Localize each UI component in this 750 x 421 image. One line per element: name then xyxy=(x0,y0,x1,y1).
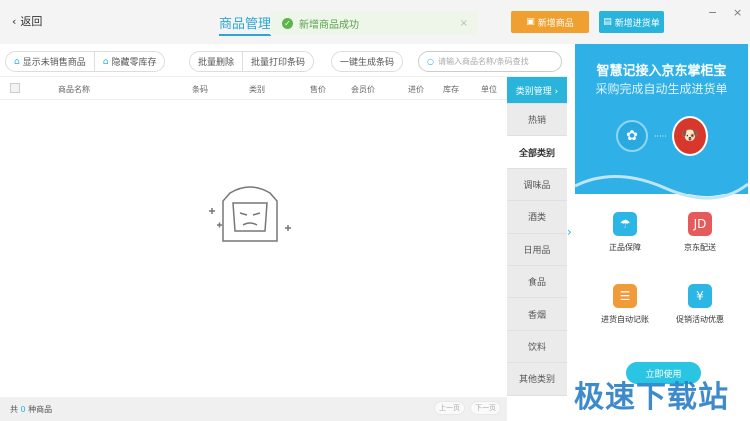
promo-subtitle: 采购完成自动生成进货单 xyxy=(595,82,728,96)
edit-icon: ▣ xyxy=(526,17,535,27)
col-price: 售价 xyxy=(310,85,326,94)
page-title: 商品管理 xyxy=(219,13,272,36)
check-icon: ✓ xyxy=(282,17,293,29)
col-cost: 进价 xyxy=(408,85,424,94)
connect-dots-icon: ····· xyxy=(654,132,667,141)
category-item[interactable]: 日用品 xyxy=(507,233,567,266)
col-member-price: 会员价 xyxy=(351,85,375,94)
filter-group: ⌂ 显示未销售商品 ⌂ 隐藏零库存 xyxy=(5,51,166,72)
doc-icon: ▤ xyxy=(603,17,612,27)
jd-icon: JD xyxy=(688,212,712,236)
coupon-icon: ¥ xyxy=(688,284,712,308)
category-item[interactable]: 其他类别 xyxy=(507,363,567,396)
footer: 共 0 种商品 xyxy=(0,397,507,421)
batch-delete-button[interactable]: 批量删除 xyxy=(190,52,242,71)
feature-auto-record: ☰ 进货自动记账 xyxy=(590,284,660,325)
success-toast: ✓ 新增商品成功 × xyxy=(270,11,478,35)
category-item[interactable]: 全部类别 xyxy=(507,136,567,169)
add-purchase-button[interactable]: ▤ 新增进货单 xyxy=(599,11,664,33)
category-item[interactable]: 热销 xyxy=(507,104,567,137)
empty-state-icon xyxy=(209,186,291,242)
promo-title: 智慧记接入京东掌柜宝 xyxy=(596,64,727,79)
col-category: 类别 xyxy=(249,85,265,94)
category-item[interactable]: 饮料 xyxy=(507,330,567,364)
search-icon: ○ xyxy=(427,57,434,66)
category-manage-button[interactable]: 类别管理 › xyxy=(507,77,567,104)
category-item[interactable]: 调味品 xyxy=(507,168,567,202)
toast-close-icon[interactable]: × xyxy=(460,18,468,29)
back-button[interactable]: ‹ 返回 xyxy=(12,13,42,29)
next-page-button[interactable]: 下一页 xyxy=(470,401,501,415)
generate-group: 一键生成条码 xyxy=(331,51,404,72)
feature-delivery: JD 京东配送 xyxy=(665,212,735,253)
category-list: 类别管理 › 热销 全部类别 调味品 酒类 日用品 食品 香烟 饮料 其他类别 xyxy=(507,77,567,396)
box-icon: ⌂ xyxy=(102,56,109,67)
category-item[interactable]: 酒类 xyxy=(507,201,567,234)
minimize-button[interactable]: − xyxy=(708,6,717,19)
add-product-button[interactable]: ▣ 新增商品 xyxy=(511,11,589,33)
product-count: 0 xyxy=(20,404,26,414)
collapse-panel-icon[interactable]: › xyxy=(567,225,572,239)
clipboard-icon: ☰ xyxy=(613,284,637,308)
feature-promotion: ¥ 促销活动优惠 xyxy=(665,284,735,325)
select-all-checkbox[interactable] xyxy=(10,83,20,93)
wave-decoration xyxy=(575,164,748,200)
category-item[interactable]: 食品 xyxy=(507,265,567,299)
shop-icon: ⌂ xyxy=(14,56,20,67)
category-item[interactable]: 香烟 xyxy=(507,298,567,331)
col-stock: 库存 xyxy=(443,85,459,94)
watermark: 极速下载站 xyxy=(574,380,729,415)
generate-barcode-button[interactable]: 一键生成条码 xyxy=(332,52,402,71)
umbrella-icon: ☂ xyxy=(613,212,637,236)
prev-page-button[interactable]: 上一页 xyxy=(434,401,465,415)
batch-group: 批量删除 批量打印条码 xyxy=(189,51,315,72)
col-name: 商品名称 xyxy=(58,85,90,94)
search-input[interactable]: ○ 请输入商品名称/条码查找 xyxy=(418,51,562,72)
feature-genuine: ☂ 正品保障 xyxy=(590,212,660,253)
close-button[interactable]: × xyxy=(733,6,742,19)
hide-zero-stock-button[interactable]: ⌂ 隐藏零库存 xyxy=(93,52,165,71)
show-unsold-button[interactable]: ⌂ 显示未销售商品 xyxy=(6,52,94,71)
zhihuiji-logo-icon: ✿ xyxy=(616,120,648,152)
col-unit: 单位 xyxy=(481,85,497,94)
chevron-left-icon: ‹ xyxy=(12,14,17,28)
col-barcode: 条码 xyxy=(192,85,208,94)
batch-print-button[interactable]: 批量打印条码 xyxy=(242,52,313,71)
jd-mascot-icon: 🐶 xyxy=(672,116,708,156)
table-header: 商品名称 条码 类别 售价 会员价 进价 库存 单位 xyxy=(0,78,507,100)
